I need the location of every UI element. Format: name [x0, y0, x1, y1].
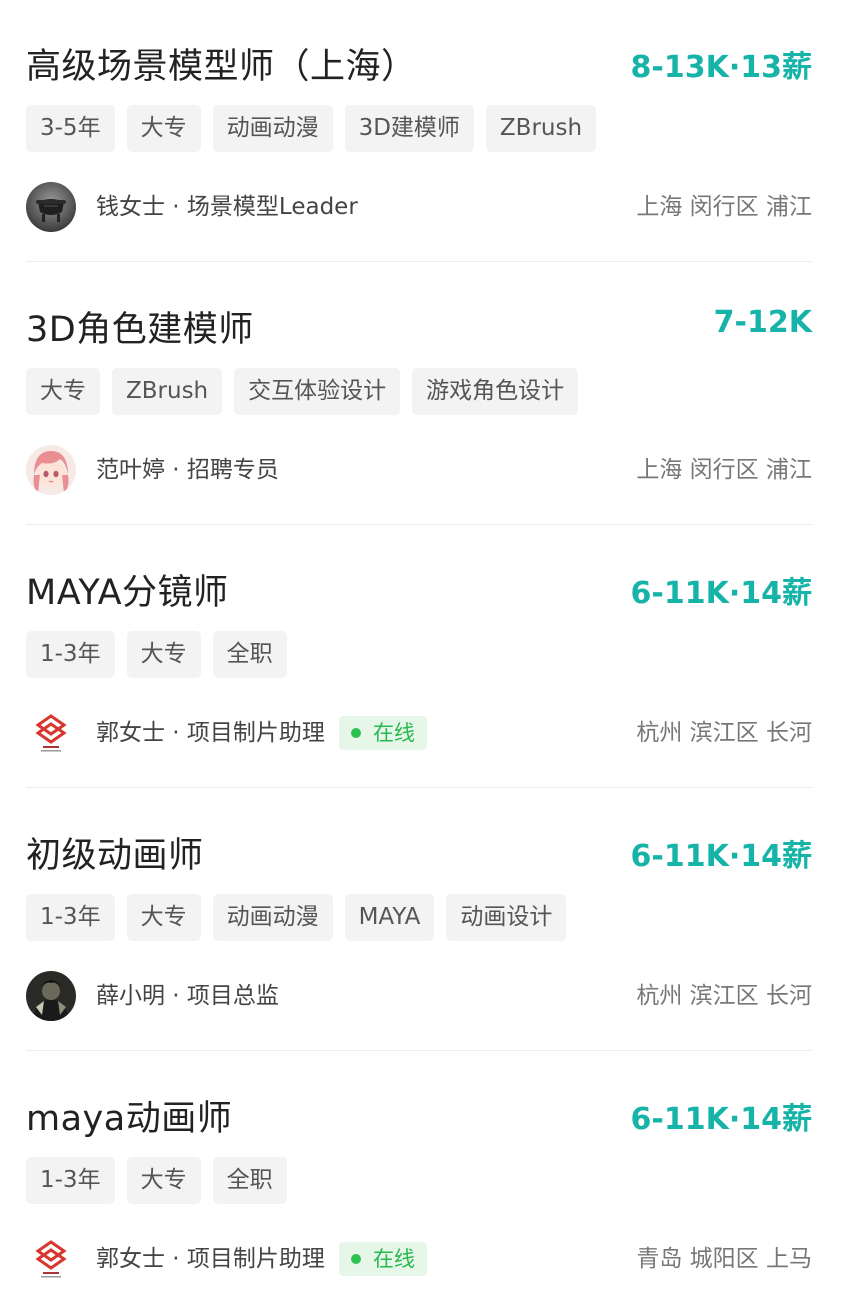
recruiter-avatar[interactable]	[26, 1234, 76, 1284]
online-label: 在线	[372, 1247, 415, 1271]
company-logo-icon	[26, 1234, 76, 1284]
recruiter-name-title: 薛小明 · 项目总监	[96, 983, 279, 1009]
recruiter-name-title: 钱女士 · 场景模型Leader	[96, 194, 358, 220]
job-tag: 动画动漫	[212, 894, 333, 941]
job-tags: 3-5年 大专 动画动漫 3D建模师 ZBrush	[26, 105, 597, 152]
online-badge: 在线	[338, 716, 427, 750]
online-badge: 在线	[338, 1242, 427, 1276]
job-card[interactable]: 3D角色建模师 7-12K 大专 ZBrush 交互体验设计 游戏角色设计 范叶…	[26, 263, 812, 525]
job-location: 杭州 滨江区 长河	[636, 983, 812, 1009]
job-tag: 大专	[126, 1157, 201, 1204]
job-card[interactable]: 初级动画师 6-11K·14薪 1-3年 大专 动画动漫 MAYA 动画设计 薛…	[26, 789, 812, 1051]
recruiter-name-title: 郭女士 · 项目制片助理	[96, 1246, 325, 1272]
job-title[interactable]: maya动画师	[26, 1090, 232, 1141]
job-tag: 交互体验设计	[234, 368, 401, 415]
job-tag: 3D建模师	[344, 105, 474, 152]
job-footer: 郭女士 · 项目制片助理 在线 杭州 滨江区 长河	[26, 708, 812, 758]
job-tag: 1-3年	[26, 894, 115, 941]
job-tag: ZBrush	[112, 368, 223, 415]
job-location: 杭州 滨江区 长河	[636, 720, 812, 746]
job-title[interactable]: 初级动画师	[26, 827, 204, 878]
recruiter-info: 钱女士 · 场景模型Leader	[96, 182, 358, 232]
job-tags: 1-3年 大专 全职	[26, 1157, 287, 1204]
job-salary: 6-11K·14薪	[630, 576, 812, 611]
company-logo-icon	[26, 708, 76, 758]
job-salary: 8-13K·13薪	[630, 50, 812, 85]
recruiter-avatar[interactable]	[26, 445, 76, 495]
recruiter-avatar[interactable]	[26, 708, 76, 758]
job-card[interactable]: maya动画师 6-11K·14薪 1-3年 大专 全职 郭女士 · 项目制片助…	[26, 1052, 812, 1314]
job-tag: 大专	[126, 105, 201, 152]
job-card[interactable]: MAYA分镜师 6-11K·14薪 1-3年 大专 全职 郭女士 · 项目制片助…	[26, 526, 812, 788]
job-tag: 大专	[26, 368, 100, 415]
job-tag: 全职	[212, 631, 287, 678]
job-salary: 6-11K·14薪	[630, 1102, 812, 1137]
job-title[interactable]: 高级场景模型师（上海）	[26, 38, 417, 89]
job-salary: 6-11K·14薪	[630, 839, 812, 874]
job-tag: 游戏角色设计	[412, 368, 579, 415]
card-divider	[26, 261, 812, 262]
job-tags: 大专 ZBrush 交互体验设计 游戏角色设计	[26, 368, 579, 415]
recruiter-info: 薛小明 · 项目总监	[96, 971, 279, 1021]
job-title[interactable]: 3D角色建模师	[26, 301, 254, 352]
job-footer: 钱女士 · 场景模型Leader 上海 闵行区 浦江	[26, 182, 812, 232]
recruiter-avatar[interactable]	[26, 182, 76, 232]
job-tags: 1-3年 大专 全职	[26, 631, 287, 678]
recruiter-name-title: 范叶婷 · 招聘专员	[96, 457, 279, 483]
job-tag: 1-3年	[26, 631, 115, 678]
recruiter-info: 范叶婷 · 招聘专员	[96, 445, 279, 495]
online-label: 在线	[372, 721, 415, 745]
job-footer: 范叶婷 · 招聘专员 上海 闵行区 浦江	[26, 445, 812, 495]
dark-character-icon	[26, 971, 76, 1021]
job-footer: 郭女士 · 项目制片助理 在线 青岛 城阳区 上马	[26, 1234, 812, 1284]
online-dot-icon	[350, 1254, 361, 1264]
job-salary: 7-12K	[713, 305, 812, 340]
job-tag: 动画动漫	[212, 105, 333, 152]
job-tag: 大专	[126, 894, 201, 941]
card-divider	[26, 787, 812, 788]
job-tag: 动画设计	[446, 894, 567, 941]
job-tag: 3-5年	[26, 105, 115, 152]
job-tag: MAYA	[344, 894, 435, 941]
job-tags: 1-3年 大专 动画动漫 MAYA 动画设计	[26, 894, 567, 941]
job-location: 上海 闵行区 浦江	[636, 194, 812, 220]
job-tag: 全职	[212, 1157, 287, 1204]
job-tag: ZBrush	[485, 105, 597, 152]
job-card[interactable]: 高级场景模型师（上海） 8-13K·13薪 3-5年 大专 动画动漫 3D建模师…	[26, 0, 812, 262]
job-tag: 大专	[126, 631, 201, 678]
job-footer: 薛小明 · 项目总监 杭州 滨江区 长河	[26, 971, 812, 1021]
recruiter-info: 郭女士 · 项目制片助理 在线	[96, 708, 427, 758]
job-title[interactable]: MAYA分镜师	[26, 564, 229, 615]
anime-girl-icon	[26, 445, 76, 495]
card-divider	[26, 1050, 812, 1051]
recruiter-avatar[interactable]	[26, 971, 76, 1021]
recruiter-name-title: 郭女士 · 项目制片助理	[96, 720, 325, 746]
recruiter-info: 郭女士 · 项目制片助理 在线	[96, 1234, 427, 1284]
bronze-vessel-icon	[26, 182, 76, 232]
card-divider	[26, 524, 812, 525]
job-location: 上海 闵行区 浦江	[636, 457, 812, 483]
online-dot-icon	[350, 728, 361, 738]
job-tag: 1-3年	[26, 1157, 115, 1204]
job-location: 青岛 城阳区 上马	[636, 1246, 812, 1272]
